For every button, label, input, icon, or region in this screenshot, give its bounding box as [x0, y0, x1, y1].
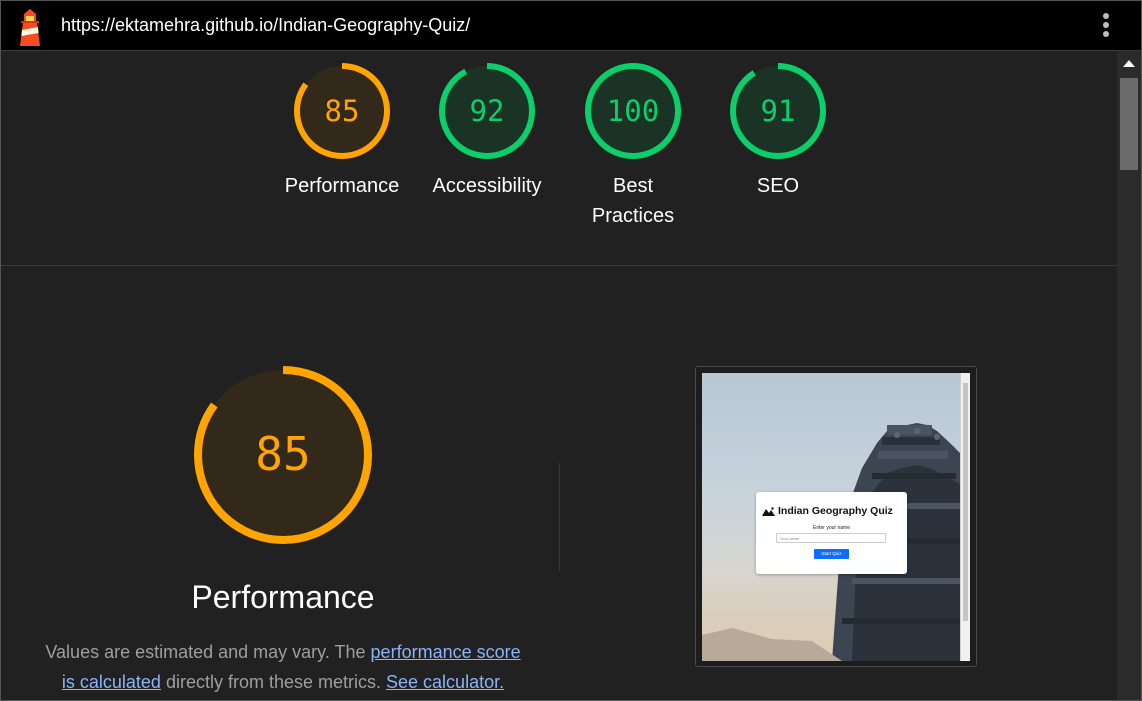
quiz-title: Indian Geography Quiz — [762, 505, 902, 517]
lighthouse-report-window: https://ektamehra.github.io/Indian-Geogr… — [0, 0, 1142, 701]
section-divider — [1, 265, 1117, 266]
desc-text-middle: directly from these metrics. — [160, 672, 387, 692]
seo-gauge-ring: 91 — [730, 63, 826, 159]
quiz-start-card: Indian Geography Quiz Enter your name Yo… — [756, 492, 907, 574]
gauge-label-seo: SEO — [756, 175, 800, 197]
gauge-accessibility[interactable]: 92 Accessibility — [414, 61, 560, 201]
desc-text-prefix: Values are estimated and may vary. The — [45, 642, 371, 662]
performance-heading: Performance — [191, 579, 375, 615]
score-gauges: 85 Performance 92 Accessibility 100 Best… — [269, 61, 849, 241]
performance-large-gauge: 85 — [194, 366, 372, 544]
gauge-label-accessibility: Accessibility — [432, 175, 542, 197]
quiz-title-text: Indian Geography Quiz — [778, 505, 893, 517]
accessibility-score-text: 92 — [470, 94, 505, 128]
report-url: https://ektamehra.github.io/Indian-Geogr… — [61, 15, 471, 35]
scroll-up-arrow-icon[interactable] — [1123, 60, 1135, 67]
start-quiz-button: Start Quiz — [814, 549, 849, 559]
vertical-separator — [559, 463, 560, 571]
name-input: Your name — [776, 533, 886, 543]
more-options-icon[interactable] — [1097, 11, 1115, 41]
performance-gauge-ring: 85 — [294, 63, 390, 159]
gauge-seo[interactable]: 91 SEO — [705, 61, 851, 201]
performance-large-score: 85 — [255, 427, 310, 481]
report-topbar: https://ektamehra.github.io/Indian-Geogr… — [1, 1, 1141, 51]
screenshot-image: Indian Geography Quiz Enter your name Yo… — [702, 373, 970, 661]
name-label: Enter your name — [813, 525, 850, 531]
performance-score-text: 85 — [325, 94, 360, 128]
vertical-scrollbar[interactable] — [1117, 51, 1141, 700]
lighthouse-logo-icon — [20, 9, 40, 46]
best-practices-gauge-ring: 100 — [585, 63, 681, 159]
see-calculator-link[interactable]: See calculator. — [386, 672, 504, 692]
gauge-label-best-practices: Best Practices — [591, 175, 675, 227]
accessibility-gauge-ring: 92 — [439, 63, 535, 159]
final-screenshot[interactable]: Indian Geography Quiz Enter your name Yo… — [695, 366, 977, 667]
scrollbar-thumb[interactable] — [1120, 78, 1138, 170]
performance-description: Values are estimated and may vary. The p… — [41, 637, 525, 697]
seo-score-text: 91 — [761, 94, 796, 128]
mountain-icon — [762, 507, 775, 516]
screenshot-scrollbar — [960, 373, 970, 661]
best-practices-score-text: 100 — [607, 94, 659, 128]
gauge-performance[interactable]: 85 Performance — [269, 61, 415, 201]
report-content: 85 Performance 92 Accessibility 100 Best… — [1, 51, 1117, 700]
gauge-best-practices[interactable]: 100 Best Practices — [560, 61, 706, 231]
gauge-label-performance: Performance — [284, 175, 400, 197]
